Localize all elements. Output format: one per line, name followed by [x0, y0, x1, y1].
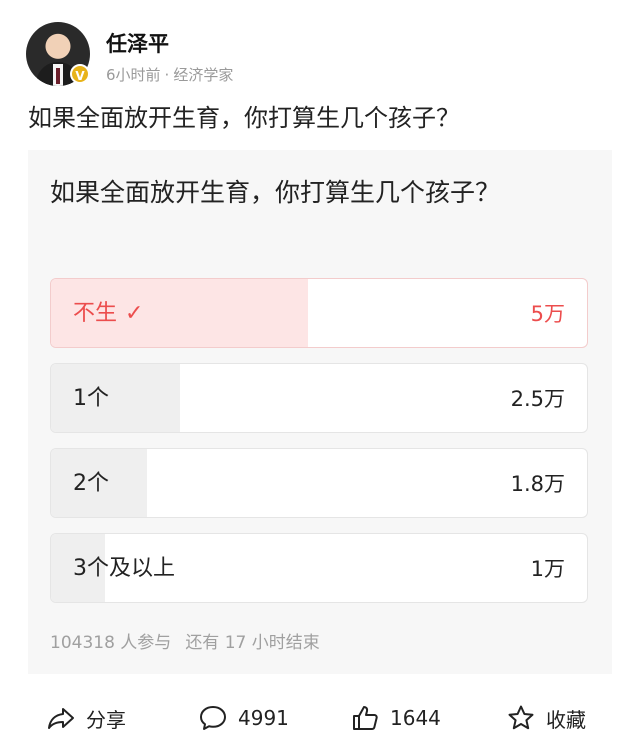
poll-option-count: 1万 — [530, 557, 565, 581]
poll-option-three-plus[interactable]: 3个及以上 1万 — [50, 533, 588, 603]
share-button[interactable]: 分享 — [46, 696, 126, 740]
post-meta: 6小时前 · 经济学家 — [106, 64, 233, 85]
poll-option-label: 1个 — [73, 386, 109, 411]
poll-remaining-time: 还有 17 小时结束 — [185, 633, 320, 653]
author-name[interactable]: 任泽平 — [106, 28, 169, 58]
share-icon — [48, 708, 74, 729]
poll-option-count: 5万 — [530, 302, 565, 326]
author-title: 经济学家 — [173, 66, 234, 84]
star-icon — [508, 705, 534, 730]
avatar-tie — [56, 68, 60, 84]
poll-option-label: 2个 — [73, 471, 109, 496]
poll-option-two[interactable]: 2个 1.8万 — [50, 448, 588, 518]
poll-question: 如果全面放开生育，你打算生几个孩子？ — [50, 178, 501, 207]
poll-option-one[interactable]: 1个 2.5万 — [50, 363, 588, 433]
poll-option-label: 3个及以上 — [73, 556, 175, 581]
comment-count: 4991 — [238, 706, 289, 730]
post-title: 如果全面放开生育，你打算生几个孩子？ — [28, 104, 460, 132]
poll-footer: 104318 人参与 还有 17 小时结束 — [50, 628, 320, 653]
action-bar: 分享 4991 1644 收藏 — [0, 696, 640, 740]
post-header: V 任泽平 6小时前 · 经济学家 — [26, 22, 626, 88]
check-icon: ✓ — [125, 301, 144, 326]
comment-icon — [200, 706, 226, 730]
like-button[interactable]: 1644 — [350, 696, 441, 740]
poll-option-none[interactable]: 不生 ✓ 5万 — [50, 278, 588, 348]
share-label: 分享 — [86, 707, 126, 732]
poll-option-bar — [51, 364, 180, 432]
like-icon — [353, 706, 378, 730]
like-count: 1644 — [390, 706, 441, 730]
meta-separator: · — [164, 66, 170, 84]
favorite-label: 收藏 — [546, 707, 586, 732]
post-time: 6小时前 — [106, 66, 161, 84]
poll-card: 如果全面放开生育，你打算生几个孩子？ 不生 ✓ 5万 1个 2.5万 2个 1.8… — [28, 150, 612, 674]
verified-badge-icon: V — [70, 64, 90, 84]
poll-option-count: 1.8万 — [510, 472, 565, 496]
poll-option-label: 不生 ✓ — [73, 301, 144, 326]
favorite-button[interactable]: 收藏 — [506, 696, 586, 740]
poll-participants: 104318 人参与 — [50, 633, 172, 653]
poll-option-count: 2.5万 — [510, 387, 565, 411]
comment-button[interactable]: 4991 — [198, 696, 289, 740]
